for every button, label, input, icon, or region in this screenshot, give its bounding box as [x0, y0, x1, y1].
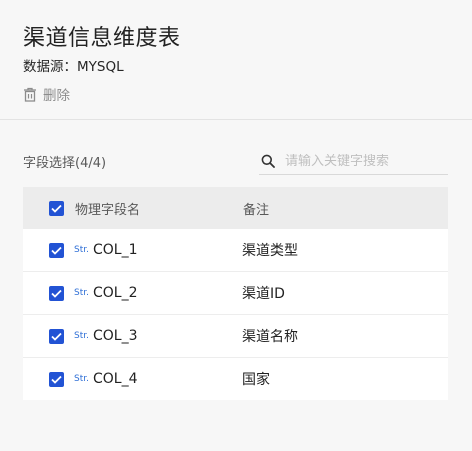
delete-button[interactable]: 删除	[23, 84, 70, 104]
search-icon	[261, 154, 275, 168]
string-type-icon: Str.	[74, 245, 89, 255]
page-header: 渠道信息维度表 数据源：MYSQL 删除	[0, 0, 472, 119]
row-checkbox[interactable]	[49, 242, 64, 258]
column-header-field-label: 物理字段名	[75, 202, 141, 218]
field-remark: 渠道类型	[242, 243, 298, 259]
string-type-icon: Str.	[74, 331, 89, 341]
select-all-checkbox[interactable]	[49, 200, 64, 216]
field-cell: Str. COL_3	[74, 328, 242, 344]
field-table: 物理字段名 备注 Str. COL_1 渠道类型 Str. COL_2 渠道ID…	[23, 187, 448, 400]
check-icon	[51, 332, 62, 341]
check-icon	[51, 204, 62, 213]
table-row[interactable]: Str. COL_1 渠道类型	[23, 229, 448, 272]
table-row[interactable]: Str. COL_2 渠道ID	[23, 272, 448, 315]
field-remark: 渠道名称	[242, 329, 298, 345]
data-source-label: 数据源：MYSQL	[23, 59, 124, 75]
table-header: 物理字段名 备注	[23, 187, 448, 229]
table-row[interactable]: Str. COL_4 国家	[23, 358, 448, 400]
page-title: 渠道信息维度表	[23, 26, 181, 51]
table-row[interactable]: Str. COL_3 渠道名称	[23, 315, 448, 358]
check-icon	[51, 246, 62, 255]
field-cell: Str. COL_1	[74, 242, 242, 258]
header-divider	[0, 119, 472, 120]
field-cell: Str. COL_4	[74, 371, 242, 387]
check-icon	[51, 375, 62, 384]
column-header-remark: 备注	[243, 202, 270, 218]
check-icon	[51, 289, 62, 298]
field-name: COL_3	[92, 328, 138, 344]
search-input[interactable]	[285, 153, 435, 169]
field-name: COL_2	[92, 285, 138, 301]
delete-label: 删除	[43, 88, 70, 104]
row-checkbox[interactable]	[49, 328, 64, 344]
field-selection-count: 字段选择(4/4)	[23, 156, 107, 171]
field-name: COL_4	[92, 371, 138, 387]
row-checkbox[interactable]	[49, 285, 64, 301]
string-type-icon: Str.	[74, 374, 89, 384]
trash-icon	[24, 87, 36, 102]
field-remark: 国家	[242, 372, 270, 388]
field-name: COL_1	[92, 242, 138, 258]
string-type-icon: Str.	[74, 288, 89, 298]
column-header-field: 物理字段名	[75, 199, 243, 218]
search-box[interactable]	[259, 148, 448, 175]
row-checkbox[interactable]	[49, 371, 64, 387]
field-remark: 渠道ID	[242, 286, 285, 302]
field-cell: Str. COL_2	[74, 285, 242, 301]
